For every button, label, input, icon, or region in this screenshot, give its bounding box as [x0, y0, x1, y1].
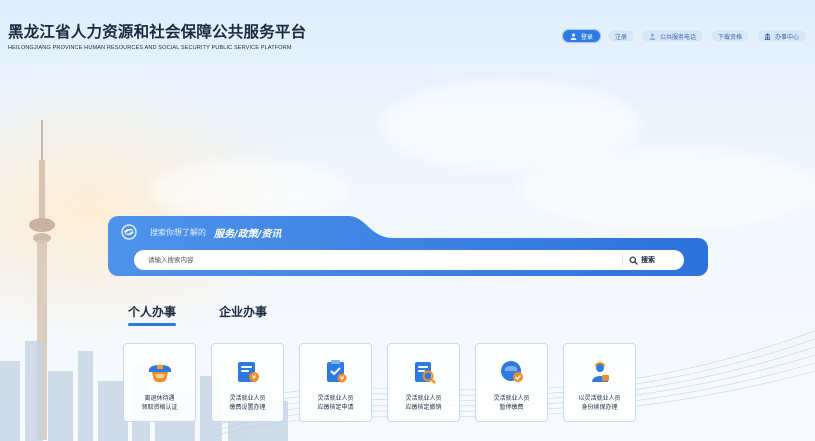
user-icon — [570, 33, 577, 40]
svg-text:¥: ¥ — [251, 374, 256, 382]
login-label: 登录 — [580, 33, 593, 41]
user-icon — [649, 33, 656, 40]
service-center-label: 办事中心 — [774, 33, 799, 41]
service-card-label: 灵活就业人员 应缴核定申请 — [317, 395, 354, 411]
assessment-apply-icon: ¥ — [326, 360, 346, 383]
search-button[interactable]: 搜索 — [629, 253, 655, 267]
service-card-pause-payment[interactable]: 灵活就业人员 暂停缴费 — [475, 343, 548, 422]
top-nav: 登录 注册 公共服务电话 下载资格 办事中心 — [561, 29, 807, 43]
site-header: 黑龙江省人力资源和社会保障公共服务平台 HEILONGJIANG PROVINC… — [8, 20, 306, 51]
service-card-label: 以灵活就业人员 身份续保办理 — [578, 395, 621, 411]
tab-personal[interactable]: 个人办事 — [128, 303, 177, 326]
service-card-assessment-apply[interactable]: ¥ 灵活就业人员 应缴核定申请 — [299, 343, 372, 422]
cloud — [150, 160, 350, 220]
service-card-payment-settings[interactable]: ¥ 灵活就业人员 缴费设置办理 — [211, 343, 284, 422]
search-panel: 搜索你想了解的 服务/政策/资讯 搜索 — [108, 216, 708, 276]
assessment-revoke-icon — [414, 362, 436, 384]
register-label: 注册 — [614, 33, 627, 41]
hotline-label: 公共服务电话 — [659, 33, 696, 41]
pause-payment-icon — [500, 361, 523, 382]
social-security-logo-icon — [121, 224, 137, 240]
register-button[interactable]: 注册 — [606, 29, 635, 43]
login-button[interactable]: 登录 — [561, 29, 601, 43]
service-card-label: 灵活就业人员 缴费设置办理 — [229, 395, 266, 411]
download-label: 下载资格 — [717, 33, 742, 41]
service-card-label: 离退休待遇 领取资格认证 — [141, 395, 178, 411]
site-subtitle: HEILONGJIANG PROVINCE HUMAN RESOURCES AN… — [8, 45, 292, 51]
search-icon — [629, 255, 638, 265]
service-card-label: 灵活就业人员 暂停缴费 — [493, 395, 530, 411]
search-hint: 搜索你想了解的 — [150, 227, 206, 237]
service-cards: 离退休待遇 领取资格认证 ¥ 灵活就业人员 缴费设置办理 ¥ 灵活就业人员 应缴… — [123, 343, 636, 422]
service-card-retiree-certification[interactable]: 离退休待遇 领取资格认证 — [123, 343, 196, 422]
payment-settings-icon: ¥ — [237, 362, 259, 382]
hotline-button[interactable]: 公共服务电话 — [640, 29, 704, 43]
search-box: 搜索 — [134, 250, 684, 270]
service-card-assessment-revoke[interactable]: 灵活就业人员 应缴核定撤销 — [387, 343, 460, 422]
search-heading: 搜索你想了解的 服务/政策/资讯 — [120, 224, 281, 240]
site-title: 黑龙江省人力资源和社会保障公共服务平台 — [8, 23, 307, 41]
service-card-renew-insurance[interactable]: 以灵活就业人员 身份续保办理 — [563, 343, 636, 422]
service-center-button[interactable]: 办事中心 — [755, 29, 807, 43]
search-input[interactable] — [148, 252, 608, 268]
building-icon — [764, 32, 771, 40]
search-button-label: 搜索 — [641, 256, 655, 264]
retiree-cap-icon — [148, 364, 171, 383]
service-card-label: 灵活就业人员 应缴核定撤销 — [405, 395, 442, 411]
search-divider — [622, 254, 623, 266]
svg-text:¥: ¥ — [339, 375, 344, 383]
search-topics: 服务/政策/资讯 — [214, 228, 282, 240]
tab-enterprise[interactable]: 企业办事 — [219, 303, 267, 326]
renew-insurance-icon — [591, 362, 609, 382]
download-button[interactable]: 下载资格 — [709, 29, 750, 43]
service-tabs: 个人办事 企业办事 — [128, 303, 267, 326]
